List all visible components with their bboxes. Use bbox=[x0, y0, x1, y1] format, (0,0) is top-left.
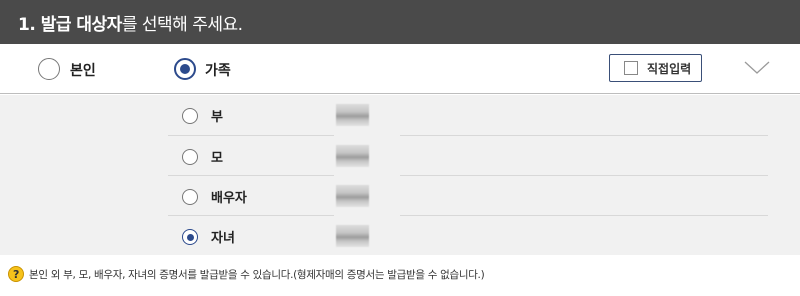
father-label[interactable]: 부 bbox=[211, 106, 223, 125]
spouse-radio[interactable] bbox=[182, 189, 198, 205]
family-label[interactable]: 가족 bbox=[205, 60, 231, 80]
father-radio[interactable] bbox=[182, 108, 198, 124]
self-radio[interactable] bbox=[38, 58, 60, 80]
help-note-text: 본인 외 부, 모, 배우자, 자녀의 증명서를 발급받을 수 있습니다.(형제… bbox=[29, 268, 485, 281]
redacted-name-box bbox=[336, 145, 369, 167]
redacted-name-box bbox=[336, 104, 369, 126]
spouse-label[interactable]: 배우자 bbox=[211, 187, 247, 206]
child-label[interactable]: 자녀 bbox=[211, 227, 235, 246]
direct-input-button[interactable]: 직접입력 bbox=[609, 54, 702, 82]
redacted-name-box bbox=[336, 185, 369, 207]
target-select-row: 본인 가족 직접입력 bbox=[0, 44, 800, 94]
family-member-list: 부 모 배우자 자녀 bbox=[0, 95, 800, 255]
list-item: 모 bbox=[0, 135, 800, 175]
direct-input-label: 직접입력 bbox=[647, 61, 692, 76]
list-item: 배우자 bbox=[0, 175, 800, 215]
redacted-name-box bbox=[336, 225, 369, 247]
section-title-bold: 1. 발급 대상자 bbox=[18, 14, 122, 35]
mother-radio[interactable] bbox=[182, 149, 198, 165]
mother-label[interactable]: 모 bbox=[211, 147, 223, 166]
section-header: 1. 발급 대상자 를 선택해 주세요. bbox=[0, 0, 800, 44]
section-title-rest: 를 선택해 주세요. bbox=[121, 14, 243, 35]
direct-input-checkbox[interactable] bbox=[624, 61, 638, 75]
list-item: 자녀 bbox=[0, 215, 800, 255]
question-icon: ? bbox=[8, 266, 24, 282]
help-note: ? 본인 외 부, 모, 배우자, 자녀의 증명서를 발급받을 수 있습니다.(… bbox=[8, 266, 485, 282]
family-radio[interactable] bbox=[174, 58, 196, 80]
child-radio[interactable] bbox=[182, 229, 198, 245]
self-label[interactable]: 본인 bbox=[70, 60, 96, 80]
list-item: 부 bbox=[0, 95, 800, 135]
chevron-down-icon[interactable] bbox=[744, 58, 770, 76]
